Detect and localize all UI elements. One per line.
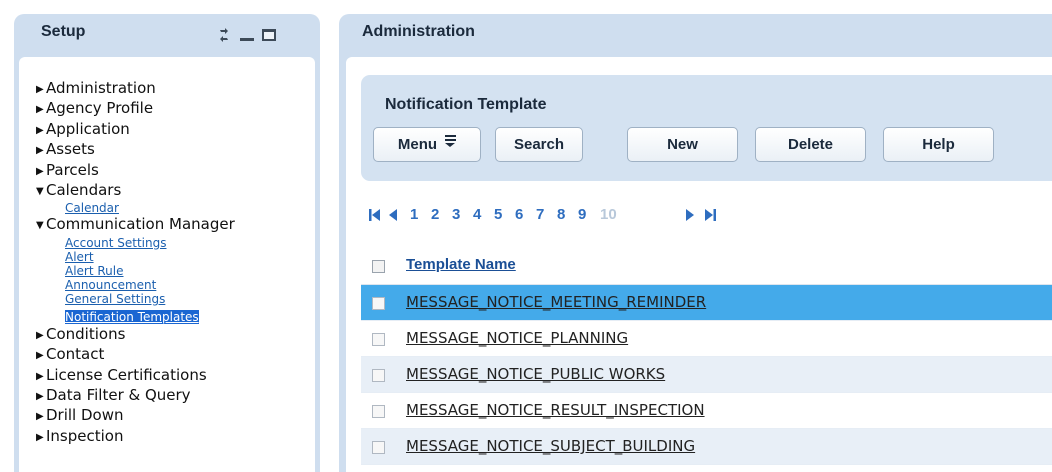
template-name-link[interactable]: MESSAGE_NOTICE_RESULT_INSPECTION — [406, 401, 705, 419]
table-row[interactable]: MESSAGE_NOTICE_SUBJECT_BUILDING — [361, 429, 1052, 465]
collapsed-arrow-icon[interactable]: ▶ — [36, 162, 46, 181]
tree-item-conditions[interactable]: ▶ Conditions — [36, 325, 235, 345]
tree-item-label: Contact — [46, 345, 105, 364]
tree-item-communication-manager[interactable]: ▼ Communication Manager — [36, 215, 235, 235]
page-link-1[interactable]: 1 — [410, 206, 418, 223]
template-name-link[interactable]: MESSAGE_NOTICE_PUBLIC WORKS — [406, 365, 665, 383]
tree-item-label: Communication Manager — [46, 215, 235, 234]
help-button[interactable]: Help — [883, 127, 994, 162]
expanded-arrow-icon[interactable]: ▼ — [36, 182, 46, 201]
tree-child-account-settings[interactable]: Account Settings — [65, 236, 235, 250]
next-page-icon[interactable] — [686, 209, 695, 221]
template-table: Template Name MESSAGE_NOTICE_MEETING_REM… — [361, 245, 1052, 465]
tree-child-alert[interactable]: Alert — [65, 250, 235, 264]
previous-page-icon[interactable] — [388, 209, 397, 221]
minimize-icon[interactable] — [240, 38, 254, 41]
page-link-4[interactable]: 4 — [473, 206, 481, 223]
collapsed-arrow-icon[interactable]: ▶ — [36, 367, 46, 386]
notification-template-toolbar: Notification Template Menu Search New De… — [361, 75, 1052, 181]
page-link-9[interactable]: 9 — [578, 206, 586, 223]
refresh-icon[interactable] — [217, 28, 231, 42]
setup-tree: ▶ Administration ▶ Agency Profile ▶ Applicati… — [36, 79, 235, 447]
tree-item-license-certifications[interactable]: ▶ License Certifications — [36, 366, 235, 386]
tree-item-label: Parcels — [46, 160, 99, 179]
table-row[interactable]: MESSAGE_NOTICE_PUBLIC WORKS — [361, 357, 1052, 393]
tree-item-agency-profile[interactable]: ▶ Agency Profile — [36, 99, 235, 119]
tree-child-general-settings[interactable]: General Settings — [65, 292, 235, 306]
row-checkbox[interactable] — [372, 441, 385, 454]
page-link-3[interactable]: 3 — [452, 206, 460, 223]
select-all-checkbox[interactable] — [372, 260, 385, 273]
tree-child-notification-templates[interactable]: Notification Templates — [65, 309, 199, 324]
maximize-icon[interactable] — [262, 29, 276, 41]
tree-item-parcels[interactable]: ▶ Parcels — [36, 161, 235, 181]
tree-item-label: Agency Profile — [46, 99, 154, 118]
tree-item-label: Conditions — [46, 324, 126, 343]
column-header-template-name[interactable]: Template Name — [406, 256, 516, 273]
tree-item-contact[interactable]: ▶ Contact — [36, 345, 235, 365]
tree-item-application[interactable]: ▶ Application — [36, 120, 235, 140]
tree-item-assets[interactable]: ▶ Assets — [36, 140, 235, 160]
collapsed-arrow-icon[interactable]: ▶ — [36, 80, 46, 99]
tree-child-announcement[interactable]: Announcement — [65, 278, 235, 292]
row-checkbox[interactable] — [372, 369, 385, 382]
tree-item-drill-down[interactable]: ▶ Drill Down — [36, 406, 235, 426]
page-link-8[interactable]: 8 — [557, 206, 565, 223]
setup-panel-title: Setup — [41, 23, 86, 40]
row-checkbox[interactable] — [372, 333, 385, 346]
tree-item-label: License Certifications — [46, 365, 207, 384]
tree-item-administration[interactable]: ▶ Administration — [36, 79, 235, 99]
expanded-arrow-icon[interactable]: ▼ — [36, 216, 46, 235]
tree-item-label: Assets — [46, 140, 95, 159]
table-header-row: Template Name — [361, 245, 1052, 285]
tree-item-inspection[interactable]: ▶ Inspection — [36, 427, 235, 447]
tree-item-label: Application — [46, 119, 130, 138]
new-button[interactable]: New — [627, 127, 738, 162]
setup-panel: Setup ▶ Administration ▶ Agency Profile ▶ App… — [14, 14, 320, 472]
setup-panel-header: Setup — [14, 14, 320, 57]
administration-panel-body: Notification Template Menu Search New De… — [346, 57, 1052, 472]
collapsed-arrow-icon[interactable]: ▶ — [36, 428, 46, 447]
section-title: Notification Template — [385, 96, 547, 113]
template-name-link[interactable]: MESSAGE_NOTICE_SUBJECT_BUILDING — [406, 437, 695, 455]
table-row[interactable]: MESSAGE_NOTICE_RESULT_INSPECTION — [361, 393, 1052, 429]
tree-item-data-filter-query[interactable]: ▶ Data Filter & Query — [36, 386, 235, 406]
collapsed-arrow-icon[interactable]: ▶ — [36, 326, 46, 345]
page-link-10: 10 — [600, 206, 617, 223]
tree-item-label: Inspection — [46, 426, 124, 445]
page-link-2[interactable]: 2 — [431, 206, 439, 223]
row-checkbox[interactable] — [372, 297, 385, 310]
search-button[interactable]: Search — [495, 127, 583, 162]
collapsed-arrow-icon[interactable]: ▶ — [36, 346, 46, 365]
administration-panel: Administration Notification Template Men… — [339, 14, 1052, 472]
row-checkbox[interactable] — [372, 405, 385, 418]
table-row[interactable]: MESSAGE_NOTICE_MEETING_REMINDER — [361, 285, 1052, 321]
setup-tree-container: ▶ Administration ▶ Agency Profile ▶ Applicati… — [19, 57, 315, 472]
tree-item-label: Administration — [46, 79, 156, 97]
collapsed-arrow-icon[interactable]: ▶ — [36, 141, 46, 160]
page-link-7[interactable]: 7 — [536, 206, 544, 223]
first-page-icon[interactable] — [369, 209, 381, 221]
tree-item-label: Calendars — [46, 181, 122, 200]
page-link-6[interactable]: 6 — [515, 206, 523, 223]
collapsed-arrow-icon[interactable]: ▶ — [36, 121, 46, 140]
collapsed-arrow-icon[interactable]: ▶ — [36, 387, 46, 406]
administration-panel-title: Administration — [362, 23, 475, 40]
template-name-link[interactable]: MESSAGE_NOTICE_MEETING_REMINDER — [406, 293, 706, 311]
table-row[interactable]: MESSAGE_NOTICE_PLANNING — [361, 321, 1052, 357]
last-page-icon[interactable] — [704, 209, 716, 221]
delete-button[interactable]: Delete — [755, 127, 866, 162]
tree-item-calendars[interactable]: ▼ Calendars — [36, 181, 235, 201]
page-link-5[interactable]: 5 — [494, 206, 502, 223]
tree-child-alert-rule[interactable]: Alert Rule — [65, 264, 235, 278]
tree-item-label: Data Filter & Query — [46, 386, 191, 405]
menu-dropdown-icon — [445, 135, 457, 147]
tree-item-label: Drill Down — [46, 406, 124, 425]
menu-button-label: Menu — [397, 136, 438, 153]
tree-child-calendar[interactable]: Calendar — [65, 201, 235, 215]
template-name-link[interactable]: MESSAGE_NOTICE_PLANNING — [406, 329, 628, 347]
collapsed-arrow-icon[interactable]: ▶ — [36, 100, 46, 119]
collapsed-arrow-icon[interactable]: ▶ — [36, 407, 46, 426]
menu-button[interactable]: Menu — [373, 127, 481, 162]
